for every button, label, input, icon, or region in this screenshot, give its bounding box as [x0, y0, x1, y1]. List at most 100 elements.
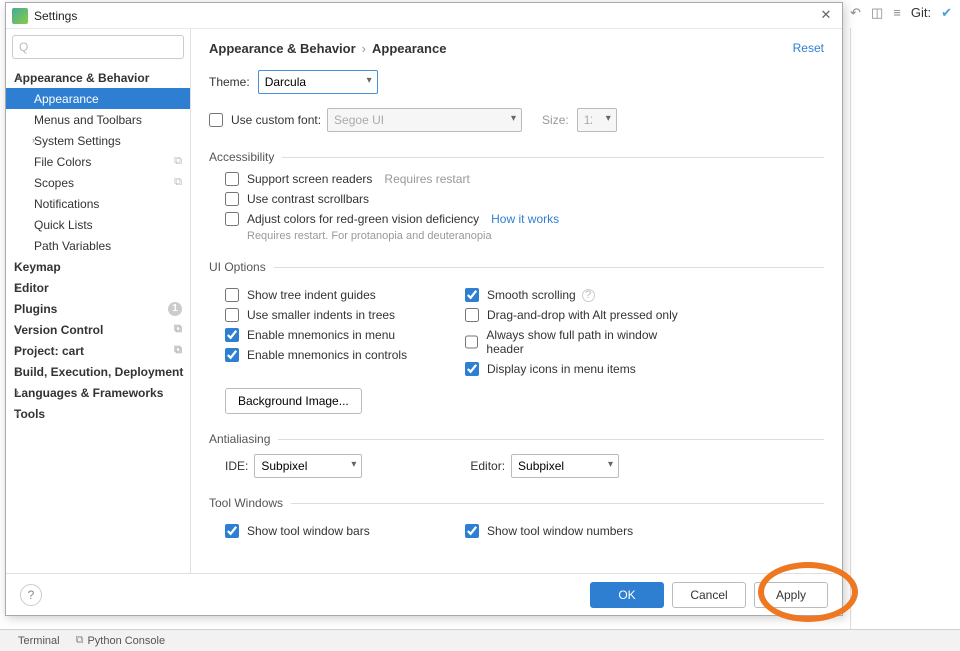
aa-ide-select[interactable] — [254, 454, 362, 478]
use-custom-font-label: Use custom font: — [231, 113, 321, 127]
sidebar-item-system-settings[interactable]: System Settings — [6, 130, 190, 151]
chevron-icon — [16, 282, 19, 292]
sidebar-item-scopes[interactable]: Scopes⧉ — [6, 172, 190, 193]
show-tool-window-numbers-checkbox[interactable] — [465, 524, 479, 538]
help-button[interactable]: ? — [20, 584, 42, 606]
sidebar-item-label: Appearance — [34, 92, 99, 106]
ok-button[interactable]: OK — [590, 582, 664, 608]
search-icon: Q — [19, 40, 28, 54]
sidebar-item-appearance[interactable]: Appearance — [6, 88, 190, 109]
how-it-works-link[interactable]: How it works — [491, 212, 559, 226]
terminal-tab[interactable]: Terminal — [6, 635, 68, 647]
tree_indent-label: Show tree indent guides — [247, 288, 376, 302]
smooth_scroll-checkbox[interactable] — [465, 288, 479, 302]
rollback-icon[interactable]: ↶ — [850, 5, 861, 21]
sidebar-item-label: Menus and Toolbars — [34, 113, 142, 127]
chevron-icon — [16, 324, 19, 334]
sidebar-item-tools[interactable]: Tools — [6, 403, 190, 424]
sidebar-item-notifications[interactable]: Notifications — [6, 193, 190, 214]
color-deficiency-checkbox[interactable] — [225, 212, 239, 226]
settings-sidebar: Q Appearance & Behavior Appearance Menus a… — [6, 29, 191, 573]
breadcrumb-page: Appearance — [372, 41, 446, 56]
dragdrop_alt-checkbox[interactable] — [465, 308, 479, 322]
apply-button[interactable]: Apply — [754, 582, 828, 608]
sidebar-item-label: Languages & Frameworks — [14, 386, 163, 400]
search-box[interactable]: Q — [12, 35, 184, 59]
size-select[interactable] — [577, 108, 617, 132]
sidebar-item-label: Plugins — [14, 302, 57, 316]
sidebar-item-quick-lists[interactable]: Quick Lists — [6, 214, 190, 235]
breadcrumb-sep: › — [362, 41, 366, 56]
smooth_scroll-label: Smooth scrolling — [487, 288, 576, 302]
dialog-footer: ? OK Cancel Apply — [6, 573, 842, 615]
use-custom-font-checkbox[interactable] — [209, 113, 223, 127]
smaller_indents-label: Use smaller indents in trees — [247, 308, 395, 322]
count-badge: 1 — [168, 302, 182, 316]
mnemonics_controls-checkbox[interactable] — [225, 348, 239, 362]
sidebar-item-label: Notifications — [34, 197, 99, 211]
sidebar-item-keymap[interactable]: Keymap — [6, 256, 190, 277]
mnemonics_menu-checkbox[interactable] — [225, 328, 239, 342]
reset-link[interactable]: Reset — [793, 41, 824, 55]
sidebar-item-label: File Colors — [34, 155, 91, 169]
full_path_header-checkbox[interactable] — [465, 335, 478, 349]
chevron-icon — [16, 71, 24, 82]
box-icon[interactable]: ◫ — [871, 5, 883, 21]
sidebar-item-label: Appearance & Behavior — [14, 71, 149, 85]
sidebar-item-build-execution-deployment[interactable]: Build, Execution, Deployment — [6, 361, 190, 382]
accessibility-heading: Accessibility — [209, 150, 824, 164]
aa-editor-label: Editor: — [470, 459, 505, 473]
git-label: Git: — [911, 5, 931, 20]
ui-options-heading: UI Options — [209, 260, 824, 274]
show-tool-window-bars-checkbox[interactable] — [225, 524, 239, 538]
sidebar-item-version-control[interactable]: Version Control⧉ — [6, 319, 190, 340]
background-image-button[interactable]: Background Image... — [225, 388, 362, 414]
close-icon[interactable]: ✕ — [816, 6, 836, 26]
icons_menu-checkbox[interactable] — [465, 362, 479, 376]
sidebar-item-plugins[interactable]: Plugins 1 — [6, 298, 190, 319]
chevron-icon — [16, 408, 19, 418]
sidebar-item-label: System Settings — [34, 134, 121, 148]
sidebar-item-file-colors[interactable]: File Colors⧉ — [6, 151, 190, 172]
mnemonics_menu-label: Enable mnemonics in menu — [247, 328, 395, 342]
theme-select[interactable] — [258, 70, 378, 94]
chevron-icon — [16, 387, 19, 397]
app-icon — [12, 8, 28, 24]
chevron-icon — [16, 366, 19, 376]
screen-readers-label: Support screen readers — [247, 172, 372, 186]
sidebar-item-project-cart[interactable]: Project: cart⧉ — [6, 340, 190, 361]
screen-readers-checkbox[interactable] — [225, 172, 239, 186]
sidebar-item-label: Editor — [14, 281, 49, 295]
ide-bottom-bar: Terminal ⧉ Python Console — [0, 629, 960, 651]
icons_menu-label: Display icons in menu items — [487, 362, 636, 376]
sidebar-item-label: Project: cart — [14, 344, 84, 358]
smaller_indents-checkbox[interactable] — [225, 308, 239, 322]
antialiasing-heading: Antialiasing — [209, 432, 824, 446]
tool-windows-heading: Tool Windows — [209, 496, 824, 510]
sidebar-item-path-variables[interactable]: Path Variables — [6, 235, 190, 256]
scope-badge-icon: ⧉ — [174, 323, 182, 336]
sidebar-item-editor[interactable]: Editor — [6, 277, 190, 298]
font-select[interactable] — [327, 108, 522, 132]
sidebar-item-label: Scopes — [34, 176, 74, 190]
sidebar-item-languages-frameworks[interactable]: Languages & Frameworks — [6, 382, 190, 403]
git-check-icon[interactable]: ✔ — [941, 5, 952, 21]
cancel-button[interactable]: Cancel — [672, 582, 746, 608]
full_path_header-label: Always show full path in window header — [486, 328, 689, 356]
sidebar-item-appearance-behavior[interactable]: Appearance & Behavior — [6, 67, 190, 88]
help-icon[interactable]: ? — [582, 289, 595, 302]
dragdrop_alt-label: Drag-and-drop with Alt pressed only — [487, 308, 678, 322]
search-input[interactable] — [30, 40, 177, 54]
history-icon[interactable]: ≡ — [893, 5, 901, 20]
sidebar-item-menus-and-toolbars[interactable]: Menus and Toolbars — [6, 109, 190, 130]
settings-tree[interactable]: Appearance & Behavior Appearance Menus and… — [6, 65, 190, 573]
sidebar-item-label: Keymap — [14, 260, 61, 274]
aa-editor-select[interactable] — [511, 454, 619, 478]
contrast-scrollbars-checkbox[interactable] — [225, 192, 239, 206]
tree_indent-checkbox[interactable] — [225, 288, 239, 302]
breadcrumb: Appearance & Behavior › Appearance — [209, 41, 824, 56]
breadcrumb-root[interactable]: Appearance & Behavior — [209, 41, 356, 56]
contrast-scrollbars-label: Use contrast scrollbars — [247, 192, 369, 206]
screen-readers-hint: Requires restart — [384, 172, 469, 186]
python-console-tab[interactable]: ⧉ Python Console — [68, 634, 174, 647]
